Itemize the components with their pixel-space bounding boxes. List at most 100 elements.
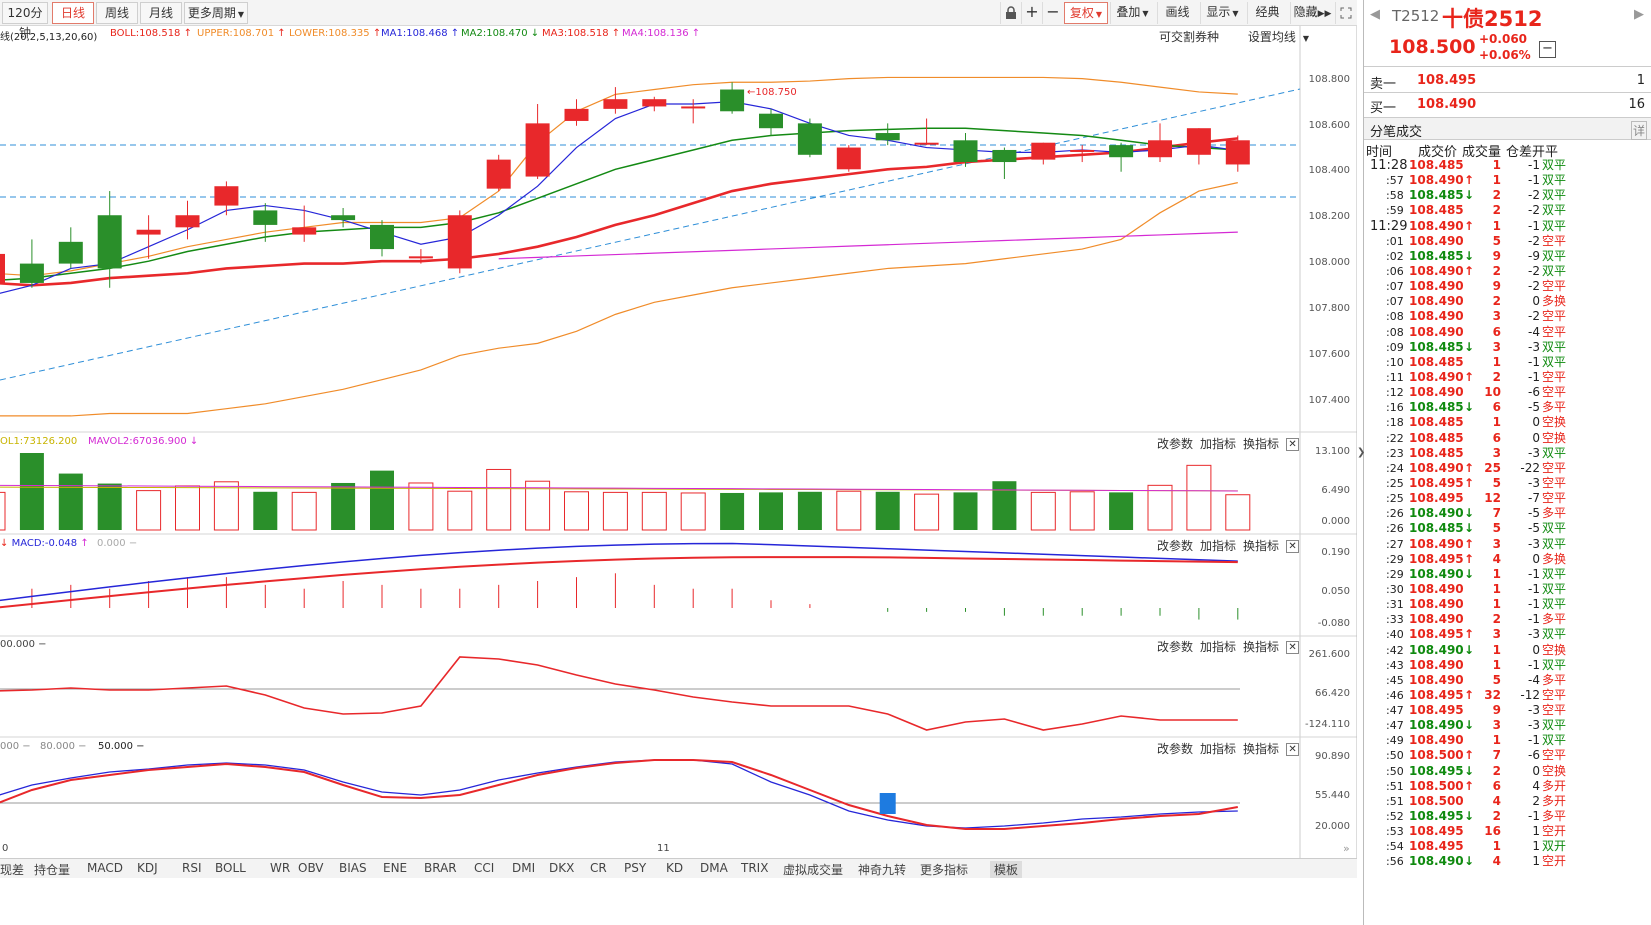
tick-row: :51 108.500 4 2 多开: [1364, 794, 1651, 809]
tick-price: 108.500: [1409, 793, 1464, 808]
volume-bar: [680, 492, 706, 531]
scroll-right-icon[interactable]: »: [1343, 842, 1350, 855]
switch-indicator-button[interactable]: 换指标: [1243, 539, 1279, 553]
tick-row: :26 108.485 ↓ 5 -5 双平: [1364, 521, 1651, 536]
tick-row: :40 108.495 ↑ 3 -3 双平: [1364, 627, 1651, 642]
modify-params-button[interactable]: 改参数: [1157, 742, 1193, 756]
volume-bar: [0, 491, 6, 531]
kline-chart[interactable]: ←108.750: [0, 0, 1357, 858]
tick-price: 108.485: [1409, 354, 1464, 369]
tick-volume: 6: [1492, 400, 1501, 415]
tick-volume: 5: [1492, 672, 1501, 687]
indicator-tab[interactable]: OBV: [298, 861, 324, 875]
indicator-tab[interactable]: CR: [590, 861, 607, 875]
vol-legend-b: MAVOL2:67036.900 ↓: [88, 436, 199, 447]
tick-arrow: ↓: [1464, 339, 1475, 354]
indicator-tab[interactable]: WR: [270, 861, 290, 875]
cci-legend-text: 00.000: [0, 639, 35, 650]
candle-body: [603, 99, 628, 109]
axis-label: 0.050: [1321, 586, 1350, 597]
tick-nature: 双平: [1542, 521, 1567, 536]
indicator-tab[interactable]: 模板: [990, 861, 1023, 878]
indicator-tab[interactable]: ENE: [383, 861, 407, 875]
indicator-tab[interactable]: 持仓量: [34, 861, 70, 878]
tick-time: 11:28: [1370, 158, 1408, 173]
tick-oi: -3: [1528, 445, 1540, 460]
tick-volume: 1: [1492, 597, 1501, 612]
kd-legend-a-text: 000: [0, 741, 20, 752]
tick-price: 108.495: [1409, 687, 1464, 702]
add-indicator-button[interactable]: 加指标: [1200, 437, 1236, 451]
tick-row: :23 108.485 3 -3 双平: [1364, 446, 1651, 461]
modify-params-button[interactable]: 改参数: [1157, 539, 1193, 553]
tick-time: :24: [1386, 461, 1404, 475]
tick-nature: 双平: [1542, 597, 1567, 612]
switch-indicator-button[interactable]: 换指标: [1243, 437, 1279, 451]
tick-oi: 1: [1532, 824, 1540, 839]
vol-legend-a: OL1:73126.200: [0, 436, 78, 447]
candle-body: [525, 123, 550, 177]
indicator-tab[interactable]: 虚拟成交量: [783, 861, 843, 878]
detail-button[interactable]: 详: [1630, 121, 1647, 140]
close-icon[interactable]: ✕: [1286, 540, 1300, 553]
candle-body: [992, 149, 1017, 163]
indicator-tab[interactable]: 神奇九转: [858, 861, 906, 878]
close-icon[interactable]: ✕: [1286, 641, 1300, 654]
close-icon[interactable]: ✕: [1286, 438, 1300, 451]
add-indicator-button[interactable]: 加指标: [1200, 539, 1236, 553]
indicator-tab[interactable]: DMA: [700, 861, 728, 875]
tick-volume: 3: [1492, 445, 1501, 460]
indicator-tab[interactable]: 现差: [0, 861, 24, 878]
tick-time: :54: [1386, 840, 1404, 854]
indicator-tab[interactable]: 更多指标: [920, 861, 968, 878]
tick-price: 108.490: [1409, 279, 1464, 294]
volume-bar: [486, 468, 512, 531]
tick-price: 108.485: [1409, 188, 1464, 203]
tick-price: 108.490: [1409, 657, 1464, 672]
tick-nature: 空平: [1542, 703, 1567, 718]
next-contract-icon[interactable]: ▶: [1634, 7, 1644, 22]
volume-bar: [1109, 492, 1134, 530]
prev-contract-icon[interactable]: ◀: [1370, 7, 1380, 22]
candle-body: [759, 113, 783, 129]
modify-params-button[interactable]: 改参数: [1157, 437, 1193, 451]
volume-bar: [291, 491, 317, 531]
indicator-tab[interactable]: PSY: [624, 861, 646, 875]
tick-arrow: ↑: [1464, 778, 1475, 793]
indicator-tab[interactable]: MACD: [87, 861, 123, 875]
tick-time: :11: [1386, 370, 1404, 384]
collapse-icon[interactable]: −: [1539, 41, 1556, 58]
indicator-tab[interactable]: BOLL: [215, 861, 246, 875]
indicator-tab[interactable]: TRIX: [741, 861, 768, 875]
indicator-tab[interactable]: RSI: [182, 861, 202, 875]
indicator-tab[interactable]: BRAR: [424, 861, 457, 875]
tick-nature: 双平: [1542, 718, 1567, 733]
tick-volume: 6: [1492, 430, 1501, 445]
tick-row: :31 108.490 1 -1 双平: [1364, 597, 1651, 612]
tick-nature: 双平: [1542, 173, 1567, 188]
volume-bar: [953, 492, 978, 530]
indicator-tab[interactable]: DKX: [549, 861, 574, 875]
tick-arrow: ↓: [1464, 188, 1475, 203]
indicator-tab[interactable]: KD: [666, 861, 683, 875]
switch-indicator-button[interactable]: 换指标: [1243, 640, 1279, 654]
tick-row: :47 108.495 9 -3 空平: [1364, 703, 1651, 718]
switch-indicator-button[interactable]: 换指标: [1243, 742, 1279, 756]
add-indicator-button[interactable]: 加指标: [1200, 742, 1236, 756]
indicator-tab[interactable]: BIAS: [339, 861, 367, 875]
axis-label: 107.600: [1308, 349, 1350, 360]
tick-oi: 0: [1532, 551, 1540, 566]
tick-volume: 3: [1492, 339, 1501, 354]
indicator-tab[interactable]: DMI: [512, 861, 535, 875]
indicator-tab[interactable]: CCI: [474, 861, 494, 875]
close-icon[interactable]: ✕: [1286, 743, 1300, 756]
add-indicator-button[interactable]: 加指标: [1200, 640, 1236, 654]
ticks-list[interactable]: 11:28 108.485 1 -1 双平:57 108.490 ↑ 1 -1 双平:58 108.…: [1364, 158, 1651, 870]
tick-oi: -3: [1528, 627, 1540, 642]
panel-toggle-icon[interactable]: ❯: [1357, 447, 1365, 458]
tick-price: 108.495: [1409, 475, 1464, 490]
modify-params-button[interactable]: 改参数: [1157, 640, 1193, 654]
indicator-tab[interactable]: KDJ: [137, 861, 158, 875]
tick-arrow: ↓: [1464, 506, 1475, 521]
tick-nature: 空平: [1542, 460, 1567, 475]
